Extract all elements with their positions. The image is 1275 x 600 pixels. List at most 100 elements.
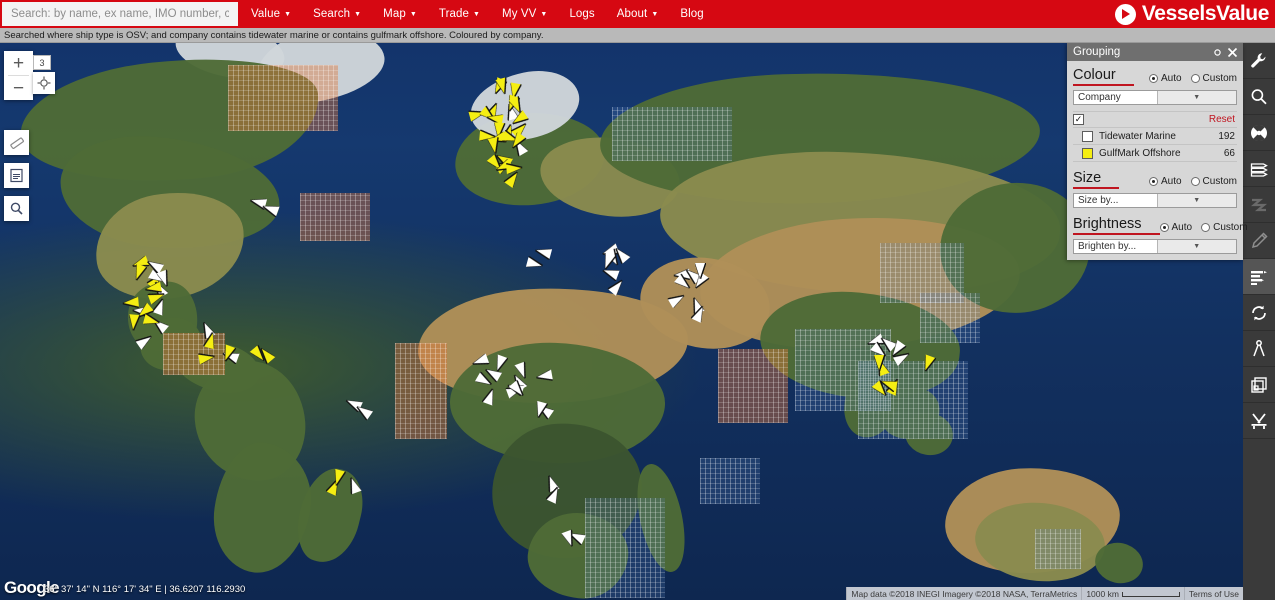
nav-label-search: Search xyxy=(313,8,351,20)
nav-label-about: About xyxy=(616,8,648,20)
map-data-attribution: Map data ©2018 INEGI Imagery ©2018 NASA,… xyxy=(846,587,1082,600)
layers-list-icon[interactable] xyxy=(1243,151,1275,187)
brightness-custom-label: Custom xyxy=(1213,222,1248,233)
nav-label-map: Map xyxy=(383,8,406,20)
radio-dot-icon xyxy=(1190,74,1200,83)
nav-item-map[interactable]: Map ▼ xyxy=(372,0,428,28)
terms-of-use-link[interactable]: Terms of Use xyxy=(1183,587,1243,600)
chevron-down-icon: ▼ xyxy=(354,11,362,18)
brightness-auto-label: Auto xyxy=(1171,222,1193,233)
colour-section-title: Colour xyxy=(1073,67,1134,86)
size-custom-label: Custom xyxy=(1202,176,1237,187)
radio-dot-icon xyxy=(1148,74,1158,83)
grouping-panel-header: Grouping xyxy=(1067,43,1243,61)
nav-menu: Value ▼ Search ▼ Map ▼ Trade ▼ My VV ▼ Logs A… xyxy=(240,0,715,28)
legend-row-tidewater[interactable]: Tidewater Marine 192 xyxy=(1073,128,1237,145)
brighten-by-select[interactable]: Brighten by... ▼ xyxy=(1073,239,1237,254)
legend-lines-icon[interactable] xyxy=(1243,259,1275,295)
nav-label-blog: Blog xyxy=(680,8,704,20)
size-section-header: Size Auto Custom xyxy=(1073,170,1237,189)
nav-item-my-vv[interactable]: My VV ▼ xyxy=(491,0,558,28)
legend-swatch-tidewater[interactable] xyxy=(1082,130,1093,142)
chevron-down-icon: ▼ xyxy=(473,11,481,18)
polyline-icon[interactable] xyxy=(1243,187,1275,223)
magnifier-icon[interactable] xyxy=(1243,79,1275,115)
reset-link[interactable]: Reset xyxy=(1090,114,1237,125)
brightness-section-header: Brightness Auto Custom xyxy=(1073,216,1248,235)
nav-item-trade[interactable]: Trade ▼ xyxy=(428,0,491,28)
zoom-level-indicator: 3 xyxy=(33,55,51,70)
refresh-icon[interactable] xyxy=(1243,295,1275,331)
nav-item-value[interactable]: Value ▼ xyxy=(240,0,302,28)
search-container xyxy=(0,0,240,28)
size-custom-radio[interactable]: Custom xyxy=(1190,176,1237,187)
grouping-panel: Grouping Colour Auto Custom Company ▼ ✓ … xyxy=(1067,43,1248,260)
legend-count-tidewater: 192 xyxy=(1218,130,1235,142)
zoom-out-button[interactable]: − xyxy=(4,76,33,100)
brighten-by-value: Brighten by... xyxy=(1078,241,1137,252)
chevron-down-icon: ▼ xyxy=(409,11,417,18)
colour-section-header: Colour Auto Custom xyxy=(1073,67,1237,86)
zoom-control: + − xyxy=(4,51,33,100)
nav-label-value: Value xyxy=(251,8,281,20)
coordinates-readout: 36° 37' 14" N 116° 17' 34" E | 36.6207 1… xyxy=(44,584,246,595)
grouping-panel-title: Grouping xyxy=(1073,46,1121,58)
locate-button[interactable] xyxy=(33,72,55,94)
brightness-mode-radios: Auto Custom xyxy=(1159,222,1248,235)
nav-label-my-vv: My VV xyxy=(502,8,537,20)
ruler-icon xyxy=(9,136,24,149)
size-auto-radio[interactable]: Auto xyxy=(1148,176,1182,187)
radio-dot-icon xyxy=(1159,223,1169,232)
size-mode-radios: Auto Custom xyxy=(1148,176,1237,189)
legend-row-gulfmark[interactable]: GulfMark Offshore 66 xyxy=(1073,145,1237,162)
colour-custom-label: Custom xyxy=(1202,73,1237,84)
scale-label: 1000 km xyxy=(1086,588,1119,599)
crosshair-icon xyxy=(37,76,51,90)
measure-tool-button[interactable] xyxy=(4,130,29,155)
colour-mode-radios: Auto Custom xyxy=(1148,73,1237,86)
chevron-down-icon: ▼ xyxy=(1156,194,1236,207)
colour-custom-radio[interactable]: Custom xyxy=(1190,73,1237,84)
legend-master-row: ✓ Reset xyxy=(1073,111,1237,128)
map-search-button[interactable] xyxy=(4,196,29,221)
chevron-down-icon: ▼ xyxy=(1156,91,1236,104)
legend-count-gulfmark: 66 xyxy=(1223,147,1235,159)
magnifier-icon xyxy=(10,202,23,215)
nav-item-search[interactable]: Search ▼ xyxy=(302,0,372,28)
print-icon xyxy=(10,168,23,183)
nav-item-about[interactable]: About ▼ xyxy=(606,0,670,28)
legend-label-tidewater: Tidewater Marine xyxy=(1099,130,1176,142)
nav-item-blog[interactable]: Blog xyxy=(669,0,714,28)
search-input[interactable] xyxy=(2,2,238,26)
radio-dot-icon xyxy=(1190,177,1200,186)
colour-auto-radio[interactable]: Auto xyxy=(1148,73,1182,84)
close-icon[interactable] xyxy=(1225,45,1240,60)
chevron-down-icon: ▼ xyxy=(284,11,292,18)
pencil-icon[interactable] xyxy=(1243,223,1275,259)
scissors-icon[interactable] xyxy=(1243,403,1275,439)
chevron-down-icon: ▼ xyxy=(651,11,659,18)
nav-item-logs[interactable]: Logs xyxy=(558,0,605,28)
print-button[interactable] xyxy=(4,163,29,188)
brand-logo[interactable]: VesselsValue xyxy=(1114,0,1275,28)
brightness-auto-radio[interactable]: Auto xyxy=(1159,222,1193,233)
legend-swatch-gulfmark[interactable] xyxy=(1082,147,1093,159)
search-description-strip: Searched where ship type is OSV; and com… xyxy=(0,28,1275,43)
zoom-in-button[interactable]: + xyxy=(4,51,33,75)
wrench-icon[interactable] xyxy=(1243,43,1275,79)
legend-master-checkbox[interactable]: ✓ xyxy=(1073,114,1084,125)
size-by-value: Size by... xyxy=(1078,195,1119,206)
colour-by-select[interactable]: Company ▼ xyxy=(1073,90,1237,105)
size-by-select[interactable]: Size by... ▼ xyxy=(1073,193,1237,208)
compass-divider-icon[interactable] xyxy=(1243,331,1275,367)
map-controls-group: + − 3 xyxy=(4,51,55,229)
colour-legend: ✓ Reset Tidewater Marine 192 GulfMark Of… xyxy=(1073,111,1237,162)
map-tool-rail xyxy=(1243,43,1275,600)
copy-layers-icon[interactable] xyxy=(1243,367,1275,403)
scale-ruler xyxy=(1121,592,1180,597)
minimize-icon[interactable] xyxy=(1210,45,1225,60)
chevron-down-icon: ▼ xyxy=(540,11,548,18)
size-section-title: Size xyxy=(1073,170,1120,189)
brightness-custom-radio[interactable]: Custom xyxy=(1201,222,1248,233)
target-wheel-icon[interactable] xyxy=(1243,115,1275,151)
